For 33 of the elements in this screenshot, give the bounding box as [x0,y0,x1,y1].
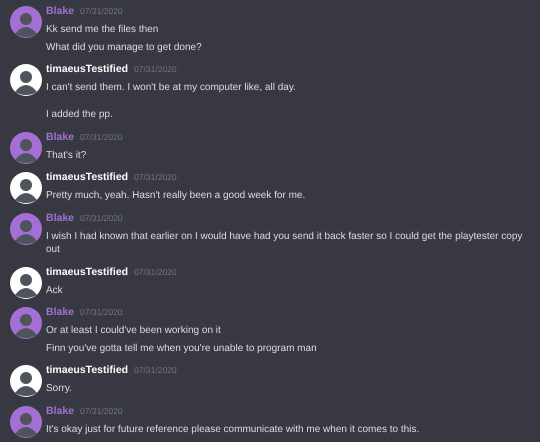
timestamp: 07/31/2020 [134,172,177,182]
username[interactable]: Blake [46,404,74,416]
timestamp: 07/31/2020 [134,266,177,276]
username[interactable]: Blake [46,130,74,142]
avatar-icon[interactable] [10,172,42,204]
timestamp: 07/31/2020 [134,64,177,74]
message-text: Kk send me the files then [46,23,160,37]
timestamp: 07/31/2020 [80,132,123,142]
timestamp: 07/31/2020 [80,307,123,317]
username[interactable]: timaeusTestified [46,63,128,75]
message-text: Finn you've gotta tell me when you're unable to program man [46,342,318,356]
username[interactable]: timaeusTestified [46,171,128,183]
message-text: Ack [46,284,64,298]
message-text: Or at least I could've been working on it [46,324,222,338]
message-text: Pretty much, yeah. Hasn't really been a good week for me. [46,189,306,203]
message-text: That's it? [46,148,88,162]
avatar-icon[interactable] [10,266,42,298]
username[interactable]: Blake [46,5,74,17]
message-text: I can't send them. I won't be at my computer like, all day. I added the pp. [46,81,297,122]
username[interactable]: timaeusTestified [46,266,128,278]
message-text: Sorry. [46,382,73,396]
timestamp: 07/31/2020 [80,406,123,416]
username[interactable]: Blake [46,306,74,318]
username[interactable]: Blake [46,212,74,224]
avatar-icon[interactable] [10,365,42,397]
message-text: I wish I had known that earlier on I would have had you send it back faster so I could get the playtester copy out [46,230,524,257]
username[interactable]: timaeusTestified [46,364,128,376]
timestamp: 07/31/2020 [80,212,123,222]
timestamp: 07/31/2020 [134,365,177,375]
avatar-icon[interactable] [10,64,42,96]
timestamp: 07/31/2020 [80,6,123,16]
message-text: What did you manage to get done? [46,40,203,54]
message-text: It's okay just for future reference please communicate with me when it comes to this. [46,422,420,436]
